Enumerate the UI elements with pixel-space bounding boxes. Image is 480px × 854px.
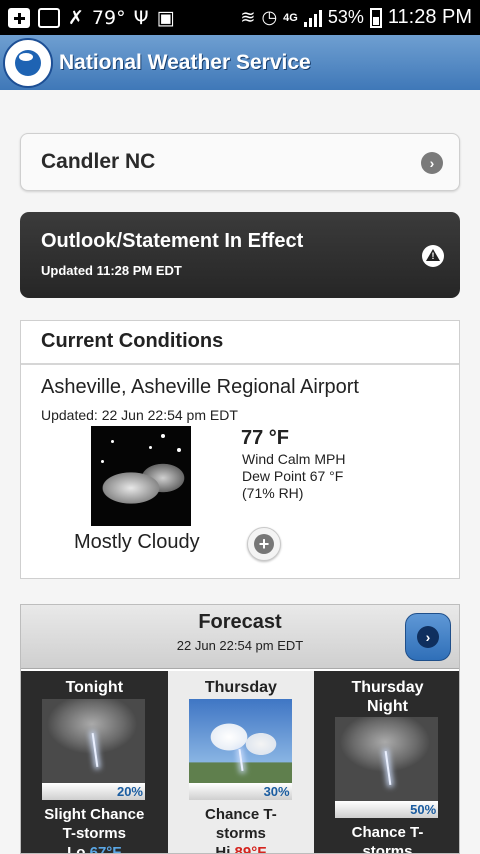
more-details-button[interactable]: + <box>247 527 281 561</box>
current-conditions-heading: Current Conditions <box>21 321 459 365</box>
outlook-updated: Updated 11:28 PM EDT <box>41 263 182 278</box>
forecast-period-thursday-night[interactable]: Thursday Night 50% Chance T- storms <box>314 671 459 854</box>
period-temp: Hi 89°F <box>168 843 315 854</box>
partly-sunny-tstorm-image <box>188 699 292 783</box>
plus-icon: + <box>254 534 274 554</box>
network-type: 4G <box>283 11 298 24</box>
app-title: National Weather Service <box>59 50 311 74</box>
period-name-line1: Thursday <box>351 679 424 696</box>
condition-line2: storms <box>362 843 413 854</box>
temp-label: Hi <box>215 844 235 854</box>
lightning-bolt <box>384 750 392 785</box>
temp-value: 67°F <box>89 844 122 854</box>
forecast-more-button[interactable]: › <box>405 613 451 661</box>
status-right: ≋ ◷ 4G 53% 11:28 PM <box>240 6 472 29</box>
condition-description: Mostly Cloudy <box>74 531 200 553</box>
image-icon: ▣ <box>156 6 175 29</box>
location-name: Candler NC <box>41 150 156 173</box>
temp-value: 89°F <box>234 844 267 854</box>
thunderstorm-image <box>42 699 145 783</box>
period-temp: Lo 67°F <box>21 843 168 854</box>
status-left: ✗ 79° Ψ ▣ <box>8 7 175 29</box>
battery-icon <box>369 7 382 28</box>
precip-chance: 20% <box>42 783 145 800</box>
forecast-header: Forecast 22 Jun 22:54 pm EDT › <box>21 605 459 669</box>
mail-icon <box>38 7 60 28</box>
location-selector[interactable]: Candler NC › <box>20 133 460 191</box>
current-conditions-panel: Current Conditions Asheville, Asheville … <box>20 320 460 579</box>
period-name: Thursday Night <box>314 678 459 716</box>
alert-warning-icon[interactable] <box>422 245 444 267</box>
outlook-title: Outlook/Statement In Effect <box>41 230 304 252</box>
app-header: National Weather Service <box>0 35 480 90</box>
status-bar: ✗ 79° Ψ ▣ ≋ ◷ 4G 53% 11:28 PM <box>0 0 480 35</box>
current-updated: Updated: 22 Jun 22:54 pm EDT <box>41 407 238 423</box>
current-temperature: 77 °F <box>241 427 290 449</box>
condition-line2: storms <box>215 825 266 842</box>
period-condition: Slight Chance T-storms Lo 67°F <box>21 805 168 854</box>
signal-icon <box>303 9 322 27</box>
dew-point-text: Dew Point 67 °F <box>242 468 344 484</box>
precip-chance: 50% <box>335 801 439 818</box>
wind-text: Wind Calm MPH <box>242 451 346 467</box>
battery-percent: 53% <box>327 7 364 27</box>
period-condition: Chance T- storms Hi 89°F <box>168 805 315 854</box>
clock: 11:28 PM <box>387 6 472 28</box>
period-name: Tonight <box>65 679 124 696</box>
forecast-periods: Tonight 20% Slight Chance T-storms Lo 67… <box>21 671 459 854</box>
forecast-period-tonight[interactable]: Tonight 20% Slight Chance T-storms Lo 67… <box>21 671 168 854</box>
period-name-line2: Night <box>367 698 408 715</box>
add-notification-icon <box>8 7 30 28</box>
station-name: Asheville, Asheville Regional Airport <box>41 376 359 398</box>
mostly-cloudy-night-image <box>91 426 191 526</box>
nws-logo-icon[interactable] <box>3 37 53 88</box>
missed-call-icon: ✗ <box>68 6 84 29</box>
thunderstorm-image <box>335 717 439 801</box>
period-condition: Chance T- storms <box>314 823 459 854</box>
nfc-icon: ≋ <box>240 7 256 27</box>
chevron-right-icon: › <box>417 626 439 648</box>
humidity-text: (71% RH) <box>242 485 304 501</box>
forecast-updated: 22 Jun 22:54 pm EDT <box>176 638 304 653</box>
temp-label: Lo <box>67 844 90 854</box>
condition-line1: Chance T- <box>205 806 277 823</box>
forecast-heading: Forecast <box>198 611 282 633</box>
lightning-bolt <box>238 749 244 772</box>
condition-line1: Chance T- <box>351 824 424 841</box>
weather-temp: 79° <box>91 6 126 29</box>
lightning-bolt <box>91 732 98 767</box>
outlook-alert-card[interactable]: Outlook/Statement In Effect Updated 11:2… <box>20 212 460 298</box>
chevron-right-icon[interactable]: › <box>421 152 443 174</box>
forecast-panel: Forecast 22 Jun 22:54 pm EDT › Tonight 2… <box>20 604 460 854</box>
condition-line2: T-storms <box>62 825 126 842</box>
period-name: Thursday <box>204 679 277 696</box>
forecast-period-thursday[interactable]: Thursday 30% Chance T- storms Hi 89°F <box>167 671 315 854</box>
precip-chance: 30% <box>188 783 292 800</box>
condition-line1: Slight Chance <box>44 806 145 823</box>
alarm-icon: ◷ <box>261 7 278 27</box>
usb-icon: Ψ <box>133 6 149 29</box>
